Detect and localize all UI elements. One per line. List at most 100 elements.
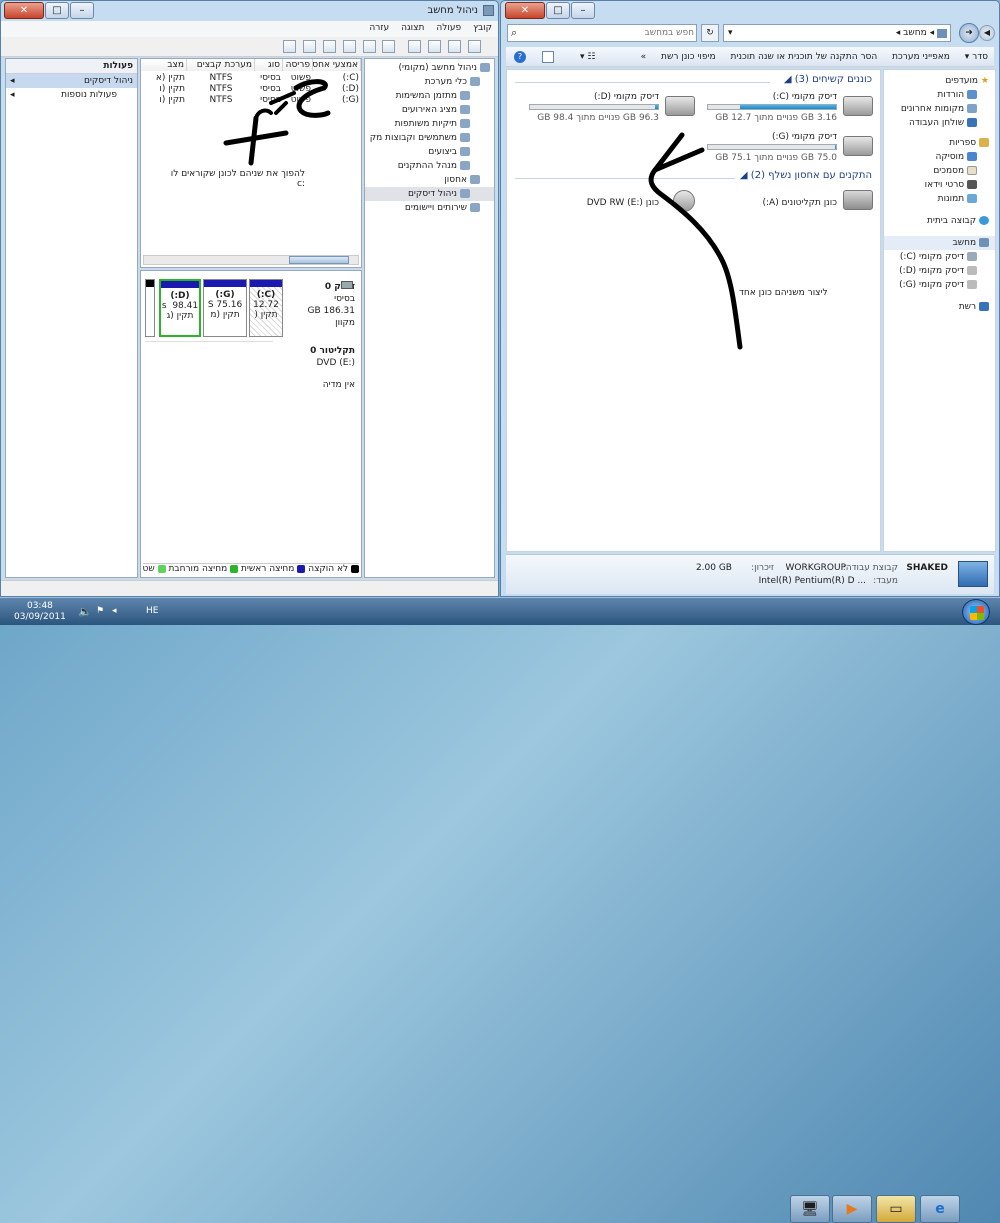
partition-unallocated[interactable] [145, 279, 155, 337]
tree-item[interactable]: משתמשים וקבוצות מק [365, 131, 494, 145]
search-box[interactable]: ⌕ [507, 24, 697, 42]
delete-icon[interactable] [362, 40, 376, 53]
help-icon[interactable]: ? [514, 51, 526, 63]
taskbar-internet-explorer[interactable]: e [920, 1195, 960, 1223]
nav-drive-c[interactable]: דיסק מקומי (C:) [884, 250, 995, 264]
tree-node-icon [470, 77, 480, 86]
language-indicator[interactable]: HE [146, 606, 158, 616]
forward-button[interactable]: ◀ [979, 25, 995, 41]
nav-pictures[interactable]: תמונות [884, 192, 995, 206]
col-type[interactable]: סוג [255, 59, 283, 71]
nav-favorites[interactable]: ★ מועדפים [884, 74, 995, 88]
more-button[interactable]: » [635, 52, 653, 62]
scroll-thumb[interactable] [289, 256, 349, 264]
close-button[interactable]: ✕ [4, 2, 44, 19]
clock[interactable]: 03:48 03/09/2011 [14, 601, 66, 623]
cm-titlebar[interactable]: ניהול מחשב ✕ □ – [1, 1, 498, 21]
nav-videos[interactable]: סרטי וידאו [884, 178, 995, 192]
tool-icon[interactable] [302, 40, 316, 53]
back-button[interactable]: ➜ [959, 23, 979, 43]
address-dropdown-icon[interactable]: ▾ [728, 28, 733, 38]
refresh-button[interactable]: ↻ [701, 24, 719, 42]
start-button[interactable] [962, 599, 990, 625]
col-status[interactable]: מצב [141, 59, 187, 71]
breadcrumb-arrow[interactable]: ◂ [896, 28, 901, 38]
maximize-button[interactable]: □ [546, 2, 570, 19]
taskbar-computer-management[interactable]: 🖥 [790, 1195, 830, 1223]
actions-more-label: פעולות נוספות [61, 90, 117, 100]
nav-libraries[interactable]: ספריות [884, 136, 995, 150]
help-icon[interactable] [408, 40, 422, 53]
memory-value: 2.00 GB [695, 563, 732, 573]
col-layout[interactable]: פריסה [283, 59, 313, 71]
address-bar[interactable]: ◂ מחשב ◂ ▾ [723, 24, 951, 42]
map-drive-button[interactable]: מיפוי כונן רשת [655, 52, 722, 62]
tree-item[interactable]: כלי מערכת [365, 75, 494, 89]
organize-button[interactable]: סדר ▾ [959, 52, 994, 62]
partition[interactable]: (G:) 75.16 S תקין (מ [203, 279, 247, 337]
actions-disk-mgmt[interactable]: ניהול דיסקים ◂ [6, 74, 137, 88]
menu-file[interactable]: קובץ [467, 21, 498, 35]
nav-downloads[interactable]: הורדות [884, 88, 995, 102]
tree-item[interactable]: אחסון [365, 173, 494, 187]
taskbar-media-player[interactable]: ▶ [832, 1195, 872, 1223]
menu-help[interactable]: עזרה [363, 21, 395, 35]
nav-documents[interactable]: מסמכים [884, 164, 995, 178]
nav-music[interactable]: מוסיקה [884, 150, 995, 164]
actions-more[interactable]: פעולות נוספות ◂ [6, 88, 137, 102]
col-filesystem[interactable]: מערכת קבצים [187, 59, 255, 71]
show-hidden-icons[interactable]: ◂ [112, 606, 117, 616]
tree-node-icon [460, 161, 470, 170]
properties-icon[interactable] [448, 40, 461, 53]
breadcrumb-arrow[interactable]: ◂ [930, 28, 935, 38]
view-icon[interactable] [428, 40, 442, 53]
search-input[interactable] [524, 26, 694, 40]
refresh-icon[interactable] [382, 40, 396, 53]
nav-homegroup[interactable]: קבוצה ביתית [884, 214, 995, 228]
tree-item-label: מתזמן המשימות [395, 91, 457, 101]
tool-icon[interactable] [322, 40, 336, 53]
tree-item[interactable]: ניהול דיסקים [365, 187, 494, 201]
tree-item[interactable]: מנהל ההתקנים [365, 159, 494, 173]
preview-pane-icon[interactable] [542, 51, 554, 63]
maximize-button[interactable]: □ [45, 2, 69, 19]
nav-drive-g[interactable]: דיסק מקומי (G:) [884, 278, 995, 292]
tree-item[interactable]: שירותים ויישומים [365, 201, 494, 215]
col-volume[interactable]: אמצעי אחסון [313, 59, 361, 71]
nav-desktop[interactable]: שולחן העבודה [884, 116, 995, 130]
minimize-button[interactable]: – [571, 2, 595, 19]
tool-icon[interactable] [283, 40, 296, 53]
nav-computer[interactable]: מחשב [884, 236, 995, 250]
tree-item[interactable]: מציג האירועים [365, 103, 494, 117]
tree-item[interactable]: מתזמן המשימות [365, 89, 494, 103]
system-properties-button[interactable]: מאפייני מערכת [886, 52, 956, 62]
nav-drive-d[interactable]: דיסק מקומי (D:) [884, 264, 995, 278]
uninstall-button[interactable]: הסר התקנה של תוכנית או שנה תוכנית [724, 52, 883, 62]
navigation-pane: ★ מועדפים הורדות מקומות אחרונים שולחן הע… [883, 69, 996, 552]
menu-action[interactable]: פעולה [430, 21, 467, 35]
volume-icon[interactable]: 🔈 [78, 605, 92, 618]
tree-item[interactable]: תיקיות משותפות [365, 117, 494, 131]
ex-titlebar[interactable]: ✕ □ – [501, 1, 999, 21]
horizontal-scrollbar[interactable] [143, 255, 359, 265]
minimize-button[interactable]: – [70, 2, 94, 19]
workgroup-label: קבוצת עבודה: [842, 563, 898, 573]
nav-recent[interactable]: מקומות אחרונים [884, 102, 995, 116]
taskbar-explorer[interactable]: ▭ [876, 1195, 916, 1223]
network-tray-icon[interactable]: ⚑ [96, 606, 104, 616]
partition[interactable]: (C:) 12.72 תקין ( [249, 279, 283, 337]
breadcrumb-computer[interactable]: מחשב [903, 28, 927, 38]
partition[interactable]: (D:) 98.41 ⁠ s תקין (ג [159, 279, 201, 337]
partition-header [204, 280, 246, 287]
tree-item[interactable]: ביצועים [365, 145, 494, 159]
close-button[interactable]: ✕ [505, 2, 545, 19]
views-icon[interactable]: ☷ ▾ [580, 47, 595, 67]
up-icon[interactable] [467, 40, 481, 53]
tree-item[interactable]: ניהול מחשב (מקומי) [365, 61, 494, 75]
check-icon[interactable] [342, 40, 356, 53]
volume-cell-status: תקין (ו [159, 95, 185, 105]
section-hard-drives[interactable]: כוננים קשיחים (3) ◢ [672, 74, 872, 85]
nav-network[interactable]: רשת [884, 300, 995, 314]
partition-label: (G:) [215, 290, 235, 300]
menu-view[interactable]: תצוגה [395, 21, 430, 35]
